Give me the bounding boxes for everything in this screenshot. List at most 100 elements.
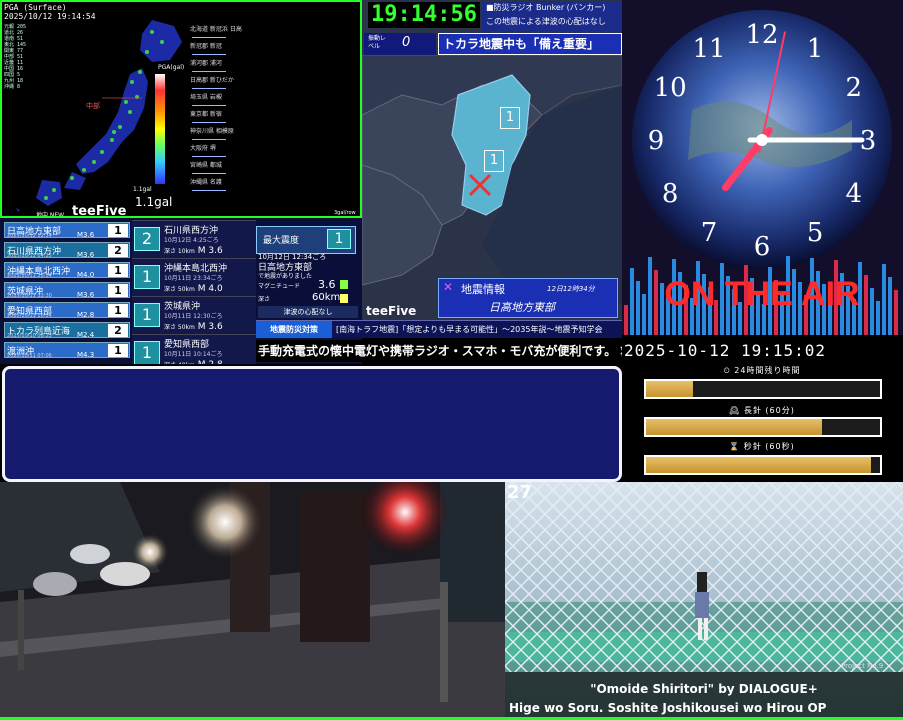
quake-info-time: 12日12時34分: [547, 285, 595, 293]
equalizer-bar: [660, 283, 664, 335]
max-intensity-box: 最大震度 1: [256, 226, 356, 254]
quake-list-row[interactable]: 日高地方東部 2025/10/12 12:34 M3.6 1: [4, 222, 130, 239]
quake-row-intensity: 1: [108, 264, 128, 277]
tsunami-note: 津波の心配なし: [258, 306, 358, 318]
equalizer-bar: [630, 268, 634, 335]
quake-detail-date: 10月11日 10:14ごろ: [164, 351, 223, 358]
quake-list-row[interactable]: 愛知県西部 2025/10/11 10:14 M2.8 1: [4, 302, 130, 319]
quake-detail-row[interactable]: 1 沖縄本島北西沖 10月11日 23:34ごろ 深さ 50km M 4.0: [132, 258, 256, 298]
pga-footer-right: 3gal/row: [334, 210, 356, 216]
equalizer-bar: [894, 290, 898, 335]
pga-footer-left: 地中 NEW: [36, 212, 65, 218]
quake-detail-row[interactable]: 2 石川県西方沖 10月12日 4:25ごろ 深さ 10km M 3.6: [132, 220, 256, 260]
clock-numeral: 1: [807, 34, 824, 64]
ticker-scroll-text: 手動充電式の懐中電灯や携帯ラジオ・スマホ・モバ充が便利です。 救: [258, 344, 633, 358]
max-intensity-value: 1: [327, 229, 351, 249]
quake-row-intensity: 1: [108, 304, 128, 317]
quake-row-date: 2025/10/11 12:30: [7, 293, 52, 299]
quake-list-row[interactable]: 沖縄本島北西沖 2025/10/11 23:34 M4.0 1: [4, 262, 130, 279]
song-title: "Omoide Shiritori" by DIALOGUE+: [590, 682, 818, 696]
pga-waveform: [192, 32, 226, 38]
quake-row-date: 2025/10/12 04:25: [7, 253, 52, 259]
pga-title: PGA (Surface): [4, 3, 67, 12]
quake-row-magnitude: M3.6: [77, 231, 95, 239]
clock-hub: [756, 134, 768, 146]
seismic-station-dot: [112, 130, 116, 134]
quake-detail-depth: 深さ 40km: [164, 362, 195, 364]
pga-waveform: [192, 83, 226, 89]
digital-clock: 19:14:56: [368, 2, 480, 28]
max-intensity-label: 最大震度: [263, 236, 300, 246]
quake-detail-depth-mag: 深さ 50km M 4.0: [164, 284, 223, 294]
shake-level-box: 振動レベル 0: [364, 33, 436, 55]
street-camera-feed: [0, 482, 505, 720]
equalizer-bar: [864, 275, 868, 335]
pga-color-scale: [155, 74, 165, 184]
bunker-banner-bottom: この地震による津波の心配はなし: [486, 17, 606, 26]
quake-detail-intensity: 1: [134, 303, 160, 327]
seismic-station-dot: [138, 70, 142, 74]
seismic-station-dot: [82, 168, 86, 172]
quake-list-row[interactable]: 石川県西方沖 2025/10/12 04:25 M3.6 2: [4, 242, 130, 259]
pga-waveform: [192, 168, 226, 174]
depth-value: 60km: [312, 292, 341, 303]
hokkaido-map: [362, 55, 622, 305]
shake-level-label: 振動レベル: [368, 35, 387, 50]
clock-numeral: 2: [846, 73, 863, 103]
pga-waveform: [192, 185, 226, 191]
quake-row-intensity: 1: [108, 344, 128, 357]
seismic-station-dot: [124, 100, 128, 104]
teefive-logo-2: teeFive: [366, 304, 417, 318]
quake-row-intensity: 1: [108, 284, 128, 297]
quake-row-magnitude: M2.4: [77, 331, 95, 339]
quake-list-row[interactable]: トカラ列島近海 2025/10/10 08:23 M2.4 2: [4, 322, 130, 339]
clock-numeral: 9: [648, 126, 665, 156]
quake-info-box: ✕ 地震情報 12日12時34分 日高地方東部: [438, 278, 618, 318]
quake-row-date: 2025/10/12 12:34: [7, 233, 52, 239]
pga-max-value: 1.1gal: [135, 195, 173, 209]
timer-datetime: 2025-10-12 19:15:02: [624, 341, 827, 360]
quake-row-intensity: 2: [108, 244, 128, 257]
quake-row-date: 2025/10/11 10:14: [7, 313, 52, 319]
quake-row-magnitude: M2.8: [77, 311, 95, 319]
on-air-text: ON THE AIR: [664, 275, 859, 313]
quake-detail-row[interactable]: 1愛知県西部10月11日 10:14ごろ深さ 40km M 2.8: [132, 334, 256, 364]
seismic-station-dot: [160, 40, 164, 44]
quake-row-intensity: 2: [108, 324, 128, 337]
timer-bar-day: [644, 379, 882, 399]
seismic-station-dot: [70, 176, 74, 180]
bunker-banner: ■防災ラジオ Bunker (バンカー) この地震による津波の心配はなし: [482, 1, 622, 31]
project-logo: Project No.9: [841, 662, 884, 670]
quake-list-row[interactable]: 渡洲沖 2025/10/11 07:06 M4.3 1: [4, 342, 130, 359]
timer-panel: 2025-10-12 19:15:02 ⏲ 24時間残り時間 🕰 長針 (60分…: [622, 335, 903, 480]
quake-row-magnitude: M4.3: [77, 351, 95, 359]
clock-numeral: 6: [754, 232, 771, 262]
quake-row-intensity: 1: [108, 224, 128, 237]
news-ticker: 地震防災対策 [南海トラフ地震]「想定よりも早まる可能性」～2035年説～地震予…: [256, 320, 622, 338]
clock-numeral: 4: [846, 179, 863, 209]
equalizer-bar: [642, 294, 646, 335]
analog-clock-panel: 12 1 2 3 4 5 6 7 8 9 10 11 ON THE AIR: [622, 0, 903, 335]
timer-bar-fill: [646, 381, 693, 397]
latest-quake-note: で地震がありました: [258, 273, 313, 280]
quake-list-row[interactable]: 茨城県沖 2025/10/11 12:30 M3.6 1: [4, 282, 130, 299]
quake-detail-row[interactable]: 1 茨城県沖 10月11日 12:30ごろ 深さ 50km M 3.6: [132, 296, 256, 336]
depth-label: 深さ: [258, 296, 271, 303]
depth-indicator: [340, 294, 348, 303]
quake-row-date: 2025/10/11 07:06: [7, 353, 52, 359]
clock-numeral: 11: [692, 34, 725, 64]
blank-message-box: [2, 366, 622, 482]
teefive-logo: teeFive: [72, 204, 127, 218]
seismic-station-dot: [150, 30, 154, 34]
clock-numeral: 12: [745, 20, 778, 50]
quake-detail-date: 10月12日 4:25ごろ: [164, 237, 219, 244]
corner-number: 27: [507, 482, 533, 503]
quake-detail-depth: 深さ 10km: [164, 248, 195, 255]
pga-scale-label: PGA(gal): [158, 64, 185, 71]
bunker-banner-top: ■防災ラジオ Bunker (バンカー): [486, 3, 606, 12]
seismic-station-dot: [110, 138, 114, 142]
timer-label-second: ⌛ 秒針 (60秒): [729, 442, 795, 451]
pga-waveform: [192, 66, 226, 72]
quake-detail-magnitude: M 2.8: [198, 360, 223, 364]
clock-numeral: 10: [654, 73, 687, 103]
